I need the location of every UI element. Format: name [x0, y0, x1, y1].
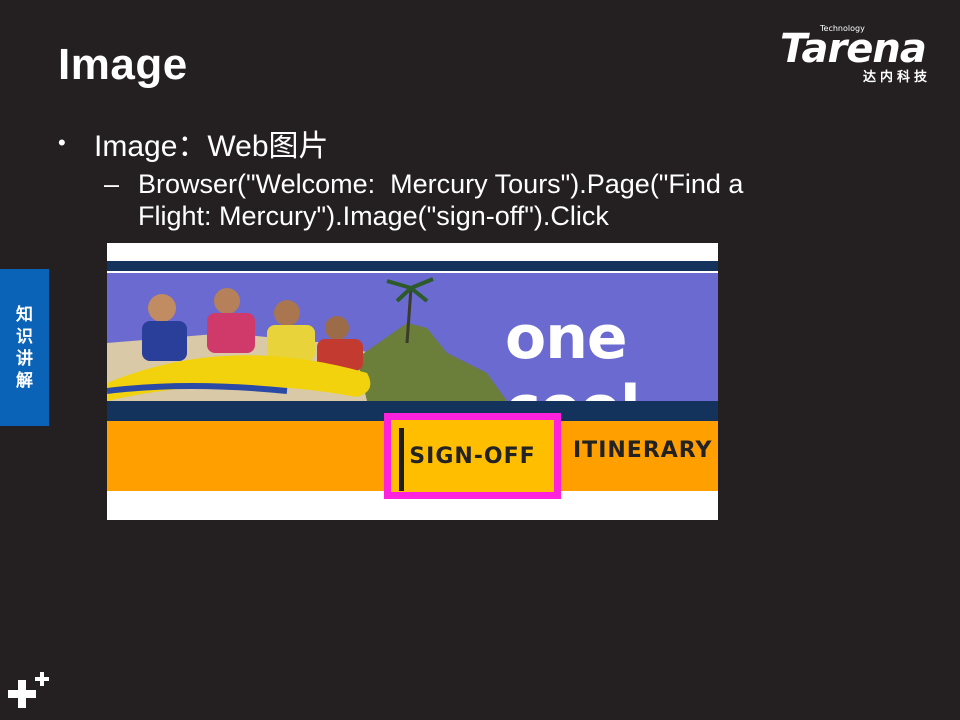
web-screenshot: one cool SIGN-OFF ITINERARY [107, 243, 718, 520]
sign-off-label: SIGN-OFF [409, 443, 536, 469]
dash-icon: – [104, 169, 120, 199]
itinerary-link[interactable]: ITINERARY [573, 438, 712, 463]
banner-text: one cool [505, 303, 641, 401]
plus-icon [8, 672, 49, 708]
page-title: Image [58, 40, 188, 89]
bullet-item: • Image：Web图片 [58, 121, 329, 165]
side-tab-char: 识 [16, 326, 33, 346]
sign-off-button[interactable]: SIGN-OFF [384, 413, 561, 499]
sign-off-edge [399, 428, 404, 491]
sub-bullet-text: Browser("Welcome: Mercury Tours").Page("… [138, 168, 743, 232]
sub-bullet-item: – Browser("Welcome: Mercury Tours").Page… [104, 168, 864, 232]
banner-image: one cool [107, 273, 718, 401]
bullet-dot-icon: • [58, 130, 66, 155]
side-tab-char: 解 [16, 370, 33, 390]
banner-top-bar [107, 261, 718, 271]
sub-bullet-line-2: Flight: Mercury").Image("sign-off").Clic… [138, 201, 609, 231]
side-tab-knowledge[interactable]: 知 识 讲 解 [0, 269, 49, 426]
tarena-logo: Technology Tarena 达内科技 [778, 24, 948, 85]
side-tab-char: 讲 [16, 348, 33, 368]
logo-chinese-text: 达内科技 [863, 70, 932, 85]
bullet-text: Image：Web图片 [94, 130, 329, 163]
sub-bullet-line-1: Browser("Welcome: Mercury Tours").Page("… [138, 169, 744, 199]
side-tab-char: 知 [16, 304, 33, 324]
